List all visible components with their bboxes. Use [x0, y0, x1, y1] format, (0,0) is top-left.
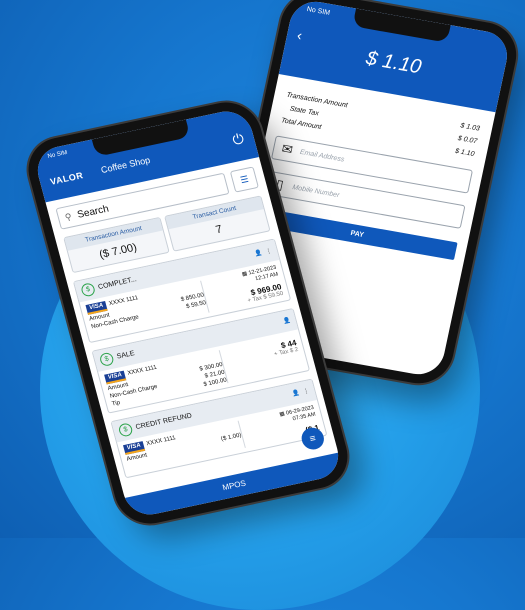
more-icon[interactable]: ⋮ — [265, 247, 272, 255]
dollar-icon: $ — [98, 352, 115, 368]
calendar-icon: ▦ — [241, 270, 248, 278]
tip-label: Tip — [111, 400, 121, 408]
ncc-value: $ 59.50 — [185, 300, 207, 311]
row-label: Total Amount — [280, 117, 323, 132]
filter-icon[interactable]: ☰ — [229, 166, 259, 193]
search-label: Search — [76, 203, 110, 221]
person-icon: 👤 — [291, 390, 301, 399]
power-icon[interactable]: ⏻ — [231, 130, 246, 149]
card-number: XXXX 1111 — [126, 364, 158, 377]
row-value: $ 1.03 — [459, 122, 481, 133]
envelope-icon: ✉ — [280, 140, 295, 158]
person-icon: 👤 — [253, 250, 263, 258]
search-icon: ⚲ — [63, 210, 73, 222]
valor-logo: VALOR — [49, 170, 85, 187]
status-bar: No SIM — [306, 6, 331, 17]
card-number: XXXX 1111 — [145, 435, 177, 448]
card-number: XXXX 1111 — [108, 295, 139, 308]
dollar-icon: $ — [80, 282, 97, 298]
calendar-icon: ▦ — [278, 411, 286, 419]
dollar-icon: $ — [117, 422, 134, 438]
more-icon[interactable]: ⋮ — [303, 388, 310, 396]
email-placeholder: Email Address — [299, 148, 346, 164]
shop-name: Coffee Shop — [99, 154, 152, 175]
mobile-placeholder: Mobile Number — [291, 183, 341, 199]
row-label: State Tax — [289, 105, 320, 118]
row-value: $ 0.07 — [457, 135, 478, 146]
person-icon: 👤 — [282, 318, 292, 326]
row-value: $ 1.10 — [454, 147, 476, 159]
status-bar: No SIM — [47, 149, 69, 160]
